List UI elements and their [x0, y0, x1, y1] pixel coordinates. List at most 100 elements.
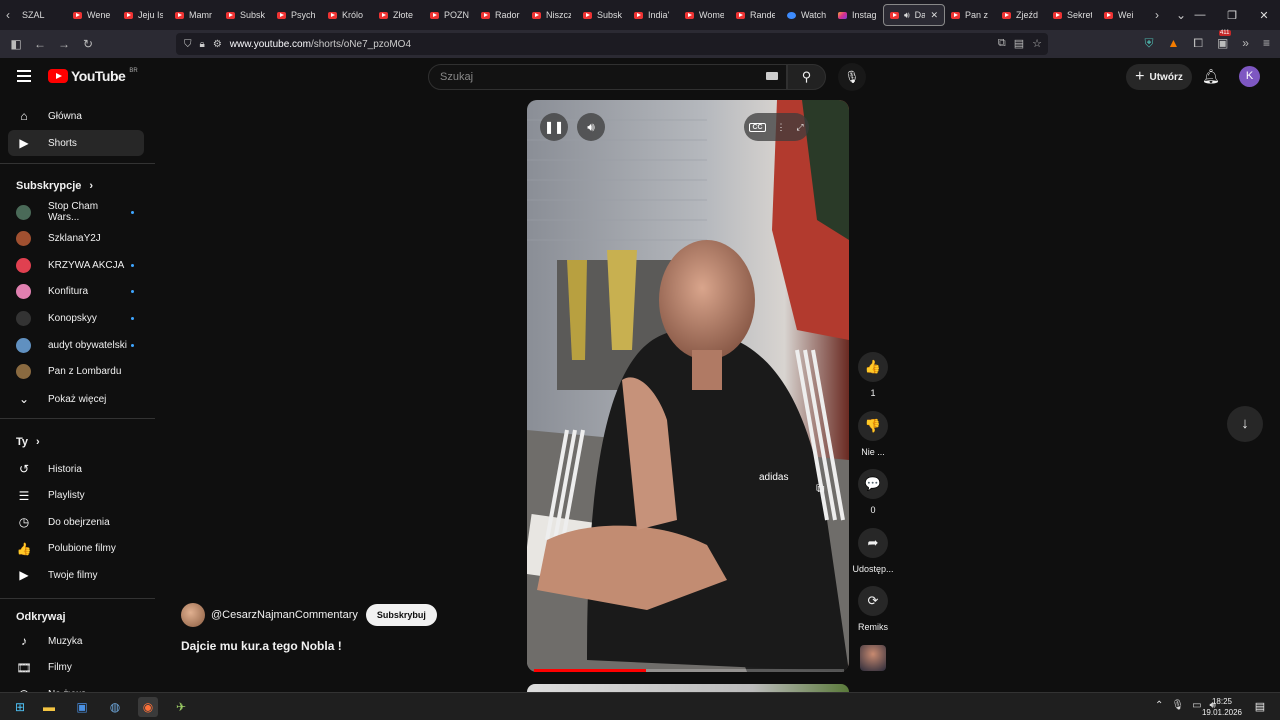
browser-tab[interactable]: Sekret	[1047, 4, 1098, 26]
subscription-item[interactable]: SzklanaY2J	[8, 226, 144, 252]
channel-name[interactable]: @CesarzNajmanCommentary	[211, 609, 358, 621]
sidebar-item-show-more[interactable]: ⌄ Pokaż więcej	[8, 386, 144, 412]
captions-icon[interactable]: CC	[749, 122, 766, 132]
sidebar-item-your-videos[interactable]: ▶ Twoje filmy	[8, 562, 144, 588]
reload-icon[interactable]: ↻	[76, 37, 100, 51]
subscription-item[interactable]: Konfitura	[8, 279, 144, 305]
subscribe-button[interactable]: Subskrybuj	[365, 604, 437, 626]
clock[interactable]: 18:25 19.01.2026	[1202, 696, 1242, 718]
next-short-button[interactable]: ↓	[1227, 406, 1263, 442]
create-button[interactable]: + Utwórz	[1126, 64, 1192, 90]
subscription-item[interactable]: Stop Cham Wars...	[8, 199, 144, 225]
short-title[interactable]: Dajcie mu kur.a tego Nobla !	[181, 639, 342, 653]
youtube-logo[interactable]: YouTube BR	[48, 68, 138, 84]
channel-avatar[interactable]	[181, 603, 205, 627]
file-explorer-icon[interactable]: ▬	[39, 697, 59, 717]
browser-tab[interactable]: Pan z	[945, 4, 996, 26]
notifications-bell-icon[interactable]: 🔔︎	[1202, 68, 1220, 85]
subscriptions-heading[interactable]: Subskrypcje ›	[16, 180, 93, 192]
browser-tab[interactable]: Watch	[781, 4, 832, 26]
sidebar-item-shorts[interactable]: ▶ Shorts	[8, 130, 144, 156]
browser-tab[interactable]: Wei	[1098, 4, 1149, 26]
browser-tab[interactable]: Subsk	[577, 4, 628, 26]
search-input[interactable]: Szukaj	[428, 64, 787, 90]
sidebar-item-movies[interactable]: 🎞 Filmy	[8, 655, 144, 681]
tab-scroll-right-icon[interactable]: ›	[1149, 8, 1165, 22]
more-options-icon[interactable]: ⋮	[776, 122, 785, 133]
back-icon[interactable]: ←	[28, 37, 52, 51]
sidebar-item-playlists[interactable]: ☰ Playlisty	[8, 483, 144, 509]
picture-in-picture-icon[interactable]: ⧉	[816, 481, 825, 496]
volume-button[interactable]: 🔊︎	[577, 113, 605, 141]
subscription-item[interactable]: Pan z Lombardu	[8, 359, 144, 385]
notifications-icon[interactable]: ▤	[1250, 697, 1270, 717]
audio-playing-icon[interactable]: 🔊︎	[904, 10, 910, 21]
browser-tab[interactable]: Zjeźd	[996, 4, 1047, 26]
browser-tab[interactable]: Niszcz	[526, 4, 577, 26]
keyboard-icon[interactable]	[766, 72, 778, 80]
account-avatar[interactable]: K	[1239, 66, 1260, 87]
sidebar-item-liked[interactable]: 👍 Polubione filmy	[8, 536, 144, 562]
tray-chevron-icon[interactable]: ⌃	[1155, 700, 1163, 711]
firefox-icon[interactable]: ◉	[138, 697, 158, 717]
tab-scroll-left-icon[interactable]: ‹	[0, 8, 16, 22]
lock-icon[interactable]: 🔒︎	[200, 39, 205, 50]
sidebar-item-music[interactable]: ♪ Muzyka	[8, 628, 144, 654]
sidebar-toggle-icon[interactable]: ◧	[4, 37, 28, 51]
you-heading[interactable]: Ty ›	[16, 436, 40, 448]
share-button[interactable]: ➦	[858, 527, 888, 558]
browser-tab[interactable]: POZN	[424, 4, 475, 26]
tab-active[interactable]: 🔊︎ Daj ✕	[883, 4, 945, 26]
permissions-icon[interactable]: ⚙︎	[213, 39, 222, 50]
tray-network-icon[interactable]: ▭	[1192, 700, 1201, 711]
close-tab-icon[interactable]: ✕	[930, 10, 938, 21]
browser-tab[interactable]: SZAL	[16, 4, 67, 26]
sidebar-item-live[interactable]: ◉Na żywo	[8, 681, 144, 692]
short-video-player[interactable]: adidas	[527, 100, 849, 672]
sidebar-item-history[interactable]: ↺ Historia	[8, 456, 144, 482]
browser-tab[interactable]: Instag	[832, 4, 883, 26]
badge-extension-icon[interactable]: ▣ 411	[1217, 30, 1231, 51]
remote-desktop-icon[interactable]: ▣	[72, 697, 92, 717]
fullscreen-icon[interactable]: ⤢	[796, 122, 803, 133]
browser-tab[interactable]: Mamr	[169, 4, 220, 26]
reader-view-icon[interactable]: ▤	[1014, 37, 1024, 50]
tracking-shield-icon[interactable]: ⛉	[184, 39, 192, 50]
remix-button[interactable]: ⟳	[858, 586, 888, 616]
restore-icon[interactable]: ❐	[1216, 9, 1248, 22]
windows-start-icon[interactable]: ⊞	[10, 697, 30, 717]
browser-tab[interactable]: Wome	[679, 4, 730, 26]
steam-icon[interactable]: ◍	[105, 697, 125, 717]
address-bar[interactable]: ⛉ 🔒︎ ⚙︎ www.youtube.com/shorts/oNe7_pzoM…	[176, 33, 1048, 55]
overflow-chevrons-icon[interactable]: »	[1242, 36, 1249, 51]
extensions-puzzle-icon[interactable]: ⧠	[1193, 36, 1203, 51]
browser-tab[interactable]: Wene	[67, 4, 118, 26]
subscription-item[interactable]: Konopskyy	[8, 305, 144, 331]
bookmark-star-icon[interactable]: ☆	[1032, 37, 1042, 50]
forward-icon[interactable]: →	[52, 37, 76, 51]
dislike-button[interactable]: 👎	[858, 410, 888, 441]
close-window-icon[interactable]: ✕	[1248, 9, 1280, 22]
subscription-item[interactable]: KRZYWA AKCJA	[8, 252, 144, 278]
video-progress-bar[interactable]	[534, 669, 844, 672]
vpn-extension-icon[interactable]: ⛨	[1144, 36, 1153, 51]
app-icon[interactable]: ✈	[171, 697, 191, 717]
like-button[interactable]: 👍	[858, 352, 888, 382]
browser-tab[interactable]: Rande	[730, 4, 781, 26]
browser-tab[interactable]: Subsk	[220, 4, 271, 26]
fox-extension-icon[interactable]: ▲	[1167, 36, 1179, 51]
voice-search-button[interactable]: 🎙︎	[838, 63, 866, 91]
minimize-icon[interactable]: —	[1184, 9, 1216, 21]
browser-tab[interactable]: Psych	[271, 4, 322, 26]
sound-thumbnail[interactable]	[860, 645, 886, 671]
pip-url-icon[interactable]: ⧉	[998, 37, 1006, 50]
app-menu-icon[interactable]: ≡	[1263, 36, 1270, 51]
pause-button[interactable]: ❚❚	[540, 113, 568, 141]
subscription-item[interactable]: audyt obywatelski	[8, 332, 144, 358]
tray-mic-icon[interactable]: 🎙︎	[1171, 700, 1184, 711]
sidebar-item-home[interactable]: ⌂ Główna	[8, 103, 144, 129]
browser-tab[interactable]: Królo	[322, 4, 373, 26]
browser-tab[interactable]: Rador	[475, 4, 526, 26]
guide-menu-icon[interactable]	[17, 70, 31, 82]
sidebar-item-watch-later[interactable]: ◷ Do obejrzenia	[8, 509, 144, 535]
